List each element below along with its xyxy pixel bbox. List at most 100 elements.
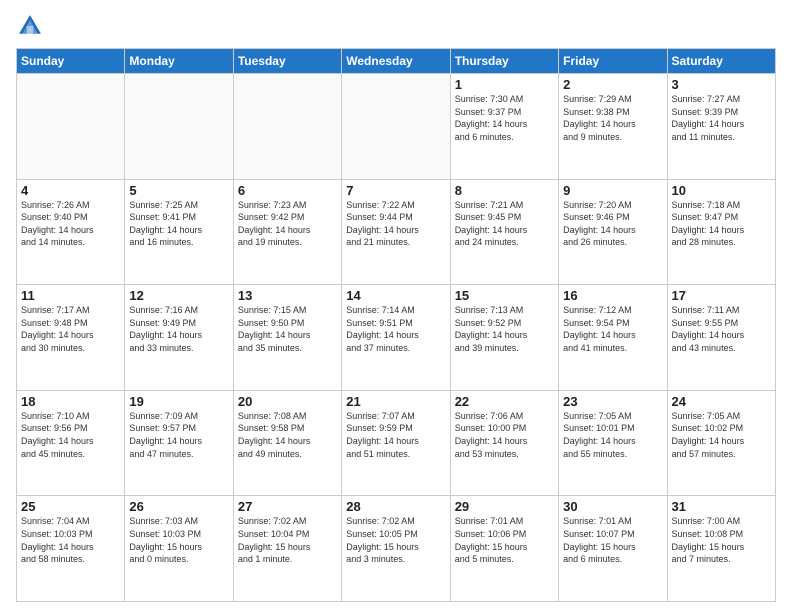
day-cell: 17Sunrise: 7:11 AM Sunset: 9:55 PM Dayli… xyxy=(667,285,775,391)
weekday-thursday: Thursday xyxy=(450,49,558,74)
day-number: 17 xyxy=(672,288,771,303)
day-number: 12 xyxy=(129,288,228,303)
weekday-sunday: Sunday xyxy=(17,49,125,74)
day-cell: 9Sunrise: 7:20 AM Sunset: 9:46 PM Daylig… xyxy=(559,179,667,285)
day-number: 28 xyxy=(346,499,445,514)
day-number: 2 xyxy=(563,77,662,92)
day-cell: 21Sunrise: 7:07 AM Sunset: 9:59 PM Dayli… xyxy=(342,390,450,496)
day-info: Sunrise: 7:22 AM Sunset: 9:44 PM Dayligh… xyxy=(346,199,445,249)
week-row-1: 1Sunrise: 7:30 AM Sunset: 9:37 PM Daylig… xyxy=(17,74,776,180)
day-cell: 8Sunrise: 7:21 AM Sunset: 9:45 PM Daylig… xyxy=(450,179,558,285)
day-info: Sunrise: 7:05 AM Sunset: 10:02 PM Daylig… xyxy=(672,410,771,460)
day-info: Sunrise: 7:21 AM Sunset: 9:45 PM Dayligh… xyxy=(455,199,554,249)
day-cell: 10Sunrise: 7:18 AM Sunset: 9:47 PM Dayli… xyxy=(667,179,775,285)
day-number: 14 xyxy=(346,288,445,303)
day-cell: 26Sunrise: 7:03 AM Sunset: 10:03 PM Dayl… xyxy=(125,496,233,602)
day-cell: 4Sunrise: 7:26 AM Sunset: 9:40 PM Daylig… xyxy=(17,179,125,285)
week-row-4: 18Sunrise: 7:10 AM Sunset: 9:56 PM Dayli… xyxy=(17,390,776,496)
day-number: 15 xyxy=(455,288,554,303)
day-info: Sunrise: 7:09 AM Sunset: 9:57 PM Dayligh… xyxy=(129,410,228,460)
day-info: Sunrise: 7:14 AM Sunset: 9:51 PM Dayligh… xyxy=(346,304,445,354)
day-cell: 18Sunrise: 7:10 AM Sunset: 9:56 PM Dayli… xyxy=(17,390,125,496)
day-number: 19 xyxy=(129,394,228,409)
day-info: Sunrise: 7:13 AM Sunset: 9:52 PM Dayligh… xyxy=(455,304,554,354)
day-info: Sunrise: 7:11 AM Sunset: 9:55 PM Dayligh… xyxy=(672,304,771,354)
day-number: 16 xyxy=(563,288,662,303)
day-number: 31 xyxy=(672,499,771,514)
header xyxy=(16,12,776,40)
day-number: 3 xyxy=(672,77,771,92)
day-cell: 7Sunrise: 7:22 AM Sunset: 9:44 PM Daylig… xyxy=(342,179,450,285)
day-number: 11 xyxy=(21,288,120,303)
day-cell xyxy=(17,74,125,180)
day-cell: 15Sunrise: 7:13 AM Sunset: 9:52 PM Dayli… xyxy=(450,285,558,391)
day-cell: 29Sunrise: 7:01 AM Sunset: 10:06 PM Dayl… xyxy=(450,496,558,602)
weekday-saturday: Saturday xyxy=(667,49,775,74)
day-cell: 12Sunrise: 7:16 AM Sunset: 9:49 PM Dayli… xyxy=(125,285,233,391)
day-cell: 6Sunrise: 7:23 AM Sunset: 9:42 PM Daylig… xyxy=(233,179,341,285)
day-number: 20 xyxy=(238,394,337,409)
day-info: Sunrise: 7:05 AM Sunset: 10:01 PM Daylig… xyxy=(563,410,662,460)
day-info: Sunrise: 7:10 AM Sunset: 9:56 PM Dayligh… xyxy=(21,410,120,460)
day-info: Sunrise: 7:02 AM Sunset: 10:05 PM Daylig… xyxy=(346,515,445,565)
day-info: Sunrise: 7:06 AM Sunset: 10:00 PM Daylig… xyxy=(455,410,554,460)
day-cell: 5Sunrise: 7:25 AM Sunset: 9:41 PM Daylig… xyxy=(125,179,233,285)
day-number: 6 xyxy=(238,183,337,198)
day-number: 25 xyxy=(21,499,120,514)
day-info: Sunrise: 7:01 AM Sunset: 10:06 PM Daylig… xyxy=(455,515,554,565)
day-cell: 27Sunrise: 7:02 AM Sunset: 10:04 PM Dayl… xyxy=(233,496,341,602)
day-cell: 28Sunrise: 7:02 AM Sunset: 10:05 PM Dayl… xyxy=(342,496,450,602)
day-info: Sunrise: 7:29 AM Sunset: 9:38 PM Dayligh… xyxy=(563,93,662,143)
day-cell: 11Sunrise: 7:17 AM Sunset: 9:48 PM Dayli… xyxy=(17,285,125,391)
day-info: Sunrise: 7:27 AM Sunset: 9:39 PM Dayligh… xyxy=(672,93,771,143)
day-number: 21 xyxy=(346,394,445,409)
day-number: 8 xyxy=(455,183,554,198)
day-info: Sunrise: 7:26 AM Sunset: 9:40 PM Dayligh… xyxy=(21,199,120,249)
day-cell: 14Sunrise: 7:14 AM Sunset: 9:51 PM Dayli… xyxy=(342,285,450,391)
day-number: 30 xyxy=(563,499,662,514)
day-cell: 25Sunrise: 7:04 AM Sunset: 10:03 PM Dayl… xyxy=(17,496,125,602)
day-info: Sunrise: 7:18 AM Sunset: 9:47 PM Dayligh… xyxy=(672,199,771,249)
day-number: 26 xyxy=(129,499,228,514)
day-number: 5 xyxy=(129,183,228,198)
weekday-tuesday: Tuesday xyxy=(233,49,341,74)
day-info: Sunrise: 7:12 AM Sunset: 9:54 PM Dayligh… xyxy=(563,304,662,354)
day-number: 27 xyxy=(238,499,337,514)
day-info: Sunrise: 7:15 AM Sunset: 9:50 PM Dayligh… xyxy=(238,304,337,354)
day-number: 13 xyxy=(238,288,337,303)
day-info: Sunrise: 7:20 AM Sunset: 9:46 PM Dayligh… xyxy=(563,199,662,249)
day-cell: 22Sunrise: 7:06 AM Sunset: 10:00 PM Dayl… xyxy=(450,390,558,496)
day-number: 23 xyxy=(563,394,662,409)
day-cell: 16Sunrise: 7:12 AM Sunset: 9:54 PM Dayli… xyxy=(559,285,667,391)
day-info: Sunrise: 7:07 AM Sunset: 9:59 PM Dayligh… xyxy=(346,410,445,460)
day-info: Sunrise: 7:30 AM Sunset: 9:37 PM Dayligh… xyxy=(455,93,554,143)
weekday-friday: Friday xyxy=(559,49,667,74)
day-number: 18 xyxy=(21,394,120,409)
day-cell: 13Sunrise: 7:15 AM Sunset: 9:50 PM Dayli… xyxy=(233,285,341,391)
day-cell: 3Sunrise: 7:27 AM Sunset: 9:39 PM Daylig… xyxy=(667,74,775,180)
day-info: Sunrise: 7:00 AM Sunset: 10:08 PM Daylig… xyxy=(672,515,771,565)
day-number: 29 xyxy=(455,499,554,514)
day-cell: 19Sunrise: 7:09 AM Sunset: 9:57 PM Dayli… xyxy=(125,390,233,496)
day-cell: 20Sunrise: 7:08 AM Sunset: 9:58 PM Dayli… xyxy=(233,390,341,496)
day-info: Sunrise: 7:25 AM Sunset: 9:41 PM Dayligh… xyxy=(129,199,228,249)
logo xyxy=(16,12,48,40)
day-info: Sunrise: 7:08 AM Sunset: 9:58 PM Dayligh… xyxy=(238,410,337,460)
day-info: Sunrise: 7:02 AM Sunset: 10:04 PM Daylig… xyxy=(238,515,337,565)
day-number: 4 xyxy=(21,183,120,198)
day-cell xyxy=(125,74,233,180)
day-info: Sunrise: 7:16 AM Sunset: 9:49 PM Dayligh… xyxy=(129,304,228,354)
week-row-2: 4Sunrise: 7:26 AM Sunset: 9:40 PM Daylig… xyxy=(17,179,776,285)
day-info: Sunrise: 7:03 AM Sunset: 10:03 PM Daylig… xyxy=(129,515,228,565)
logo-icon xyxy=(16,12,44,40)
calendar: SundayMondayTuesdayWednesdayThursdayFrid… xyxy=(16,48,776,602)
day-number: 22 xyxy=(455,394,554,409)
day-cell: 31Sunrise: 7:00 AM Sunset: 10:08 PM Dayl… xyxy=(667,496,775,602)
page: SundayMondayTuesdayWednesdayThursdayFrid… xyxy=(0,0,792,612)
week-row-5: 25Sunrise: 7:04 AM Sunset: 10:03 PM Dayl… xyxy=(17,496,776,602)
day-number: 1 xyxy=(455,77,554,92)
day-cell: 2Sunrise: 7:29 AM Sunset: 9:38 PM Daylig… xyxy=(559,74,667,180)
day-number: 7 xyxy=(346,183,445,198)
day-number: 24 xyxy=(672,394,771,409)
day-cell: 30Sunrise: 7:01 AM Sunset: 10:07 PM Dayl… xyxy=(559,496,667,602)
